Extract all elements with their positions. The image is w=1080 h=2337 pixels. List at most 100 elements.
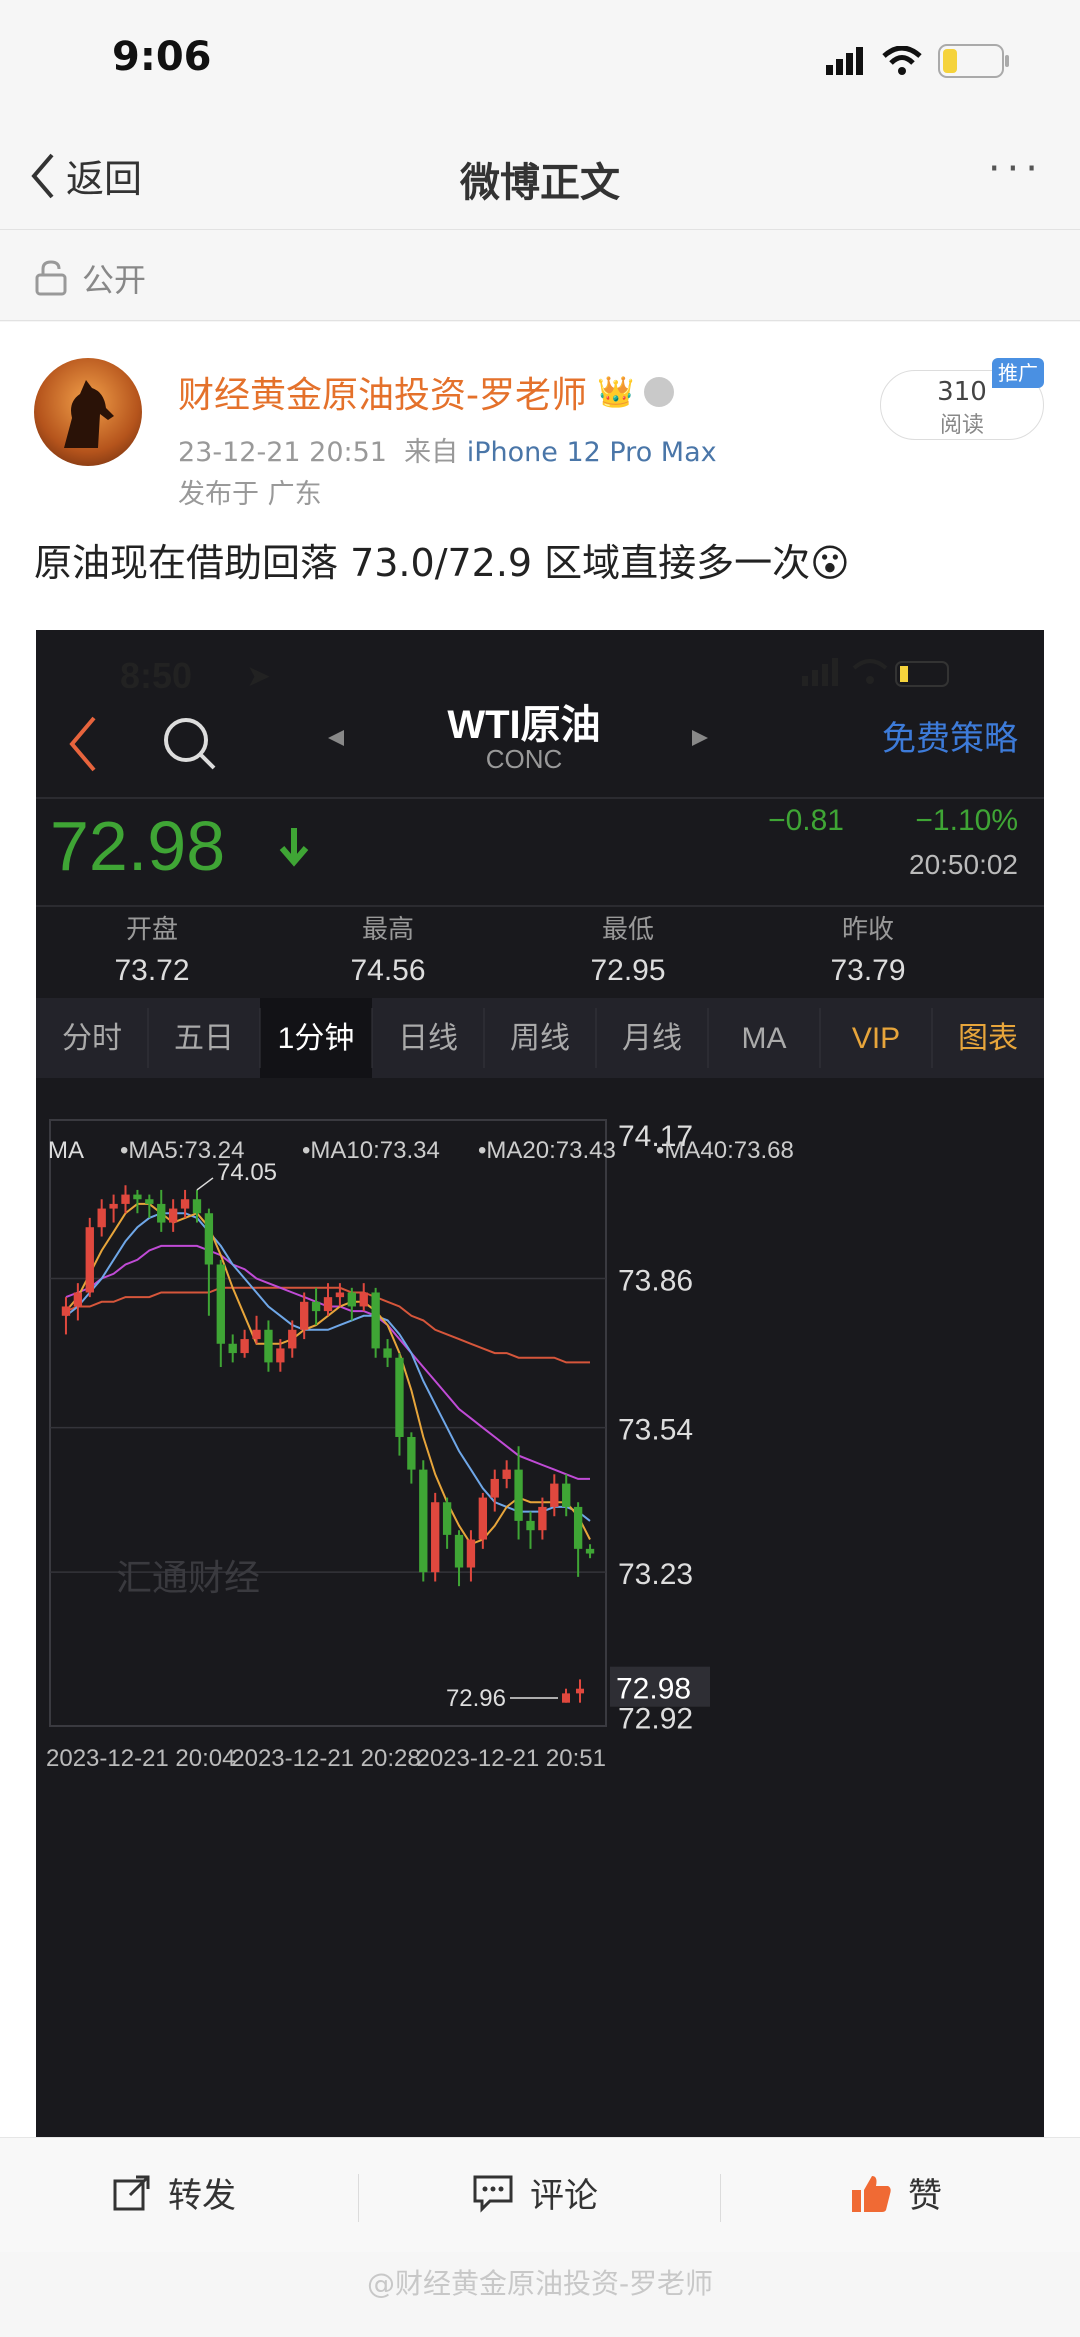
candle-body xyxy=(419,1469,428,1573)
stat-value: 73.79 xyxy=(830,954,905,987)
status-time: 9:06 xyxy=(112,34,212,80)
candle-body xyxy=(514,1469,523,1521)
candle-body xyxy=(478,1497,488,1540)
candle-body xyxy=(97,1208,106,1228)
embedded-app-svg: 8:50 ➤ WTI原油 CONC 免费策略 72.98 −0.81 −1.10… xyxy=(36,655,1044,1772)
embedded-tab[interactable]: MA xyxy=(742,1022,787,1055)
embedded-code: CONC xyxy=(486,744,563,774)
promo-badge[interactable]: 推广 xyxy=(992,358,1044,388)
location-arrow-icon: ➤ xyxy=(246,660,271,693)
status-bar: 9:06 xyxy=(0,0,1080,120)
status-icons xyxy=(826,44,1010,78)
candle-body xyxy=(192,1199,202,1214)
post-location: 发布于 广东 xyxy=(178,479,322,510)
level-badge-icon xyxy=(644,377,675,407)
candle-body xyxy=(442,1502,452,1535)
post-meta: 23-12-21 20:51 来自 iPhone 12 Pro Max xyxy=(178,430,717,469)
username-text: 财经黄金原油投资-罗老师 xyxy=(178,375,587,416)
candle-body xyxy=(264,1329,273,1363)
low-label: 72.96 xyxy=(446,1685,506,1712)
embedded-watermark: 汇通财经 xyxy=(116,1557,260,1598)
candle-body xyxy=(300,1301,309,1330)
ma20-line xyxy=(65,1244,590,1480)
like-button[interactable]: 赞 xyxy=(850,2168,942,2217)
username[interactable]: 财经黄金原油投资-罗老师 👑 xyxy=(178,366,675,418)
candle-body xyxy=(347,1292,356,1307)
y-tick-label: 73.86 xyxy=(618,1264,693,1297)
embedded-change-pct: −1.10% xyxy=(915,804,1018,837)
like-icon xyxy=(852,2175,891,2212)
like-label: 赞 xyxy=(908,2176,942,2216)
candle-body xyxy=(395,1357,404,1437)
embedded-quote-time: 20:50:02 xyxy=(909,849,1018,880)
embedded-price: 72.98 xyxy=(50,807,225,885)
embedded-screenshot[interactable]: 8:50 ➤ WTI原油 CONC 免费策略 72.98 −0.81 −1.10… xyxy=(36,630,1044,2140)
embedded-tab[interactable]: 周线 xyxy=(510,1022,570,1055)
prev-symbol-icon xyxy=(328,730,344,746)
embedded-tab[interactable]: 五日 xyxy=(174,1022,234,1055)
y-tick-label: 73.54 xyxy=(618,1414,693,1447)
candle-body xyxy=(109,1203,118,1209)
post-date: 23-12-21 20:51 xyxy=(178,437,387,468)
stat-label: 开盘 xyxy=(126,914,178,944)
embedded-tab[interactable]: 1分钟 xyxy=(278,1022,355,1055)
post-device[interactable]: iPhone 12 Pro Max xyxy=(467,437,717,468)
candle-body xyxy=(323,1297,333,1312)
candle-body xyxy=(359,1292,368,1307)
battery-icon xyxy=(938,44,1009,78)
candle-body xyxy=(145,1199,154,1204)
candle-body xyxy=(180,1199,190,1209)
visibility-label: 公开 xyxy=(82,261,147,299)
candle-body xyxy=(562,1693,570,1703)
x-tick-label: 2023-12-21 20:04 xyxy=(46,1745,236,1772)
embedded-tab[interactable]: 月线 xyxy=(622,1022,682,1055)
source-prefix: 来自 xyxy=(404,437,459,468)
stat-label: 最低 xyxy=(602,914,654,944)
candlestick-chart: 74.1773.8673.5473.2372.92MA •MA5:73.24 •MA… xyxy=(46,1119,794,1772)
x-tick-label: 2023-12-21 20:51 xyxy=(417,1745,607,1772)
nav-bar: 返回 微博正文 ··· xyxy=(0,120,1080,230)
embedded-search-icon xyxy=(164,718,216,770)
ma-legend-item: MA xyxy=(48,1137,84,1164)
embedded-symbol: WTI原油 xyxy=(447,703,600,747)
candle-body xyxy=(371,1292,380,1349)
candle-body xyxy=(240,1339,249,1354)
candle-body xyxy=(73,1292,83,1307)
candle-body xyxy=(526,1520,535,1531)
candle-body xyxy=(252,1329,261,1340)
candle-body xyxy=(61,1306,71,1316)
embedded-strategy: 免费策略 xyxy=(882,720,1018,758)
more-button[interactable]: ··· xyxy=(988,146,1044,192)
read-label: 阅读 xyxy=(939,413,984,438)
repost-icon xyxy=(113,2175,150,2210)
candle-body xyxy=(454,1534,464,1568)
last-price-tag: 72.98 xyxy=(616,1673,691,1706)
comment-button[interactable]: 评论 xyxy=(472,2168,598,2217)
unlock-icon xyxy=(35,260,67,296)
candle-body xyxy=(335,1292,345,1298)
candle-body xyxy=(157,1203,166,1223)
y-tick-label: 73.23 xyxy=(618,1558,693,1591)
repost-button[interactable]: 转发 xyxy=(112,2168,236,2217)
embedded-stats: 开盘 73.72 最高 74.56 最低 72.95 昨收 73.79 xyxy=(114,914,905,987)
candle-body xyxy=(585,1548,595,1554)
embedded-tab[interactable]: 图表 xyxy=(958,1022,1018,1055)
candle-body xyxy=(538,1506,547,1531)
next-symbol-icon xyxy=(692,730,708,746)
page-watermark: @财经黄金原油投资-罗老师 xyxy=(366,2267,714,2300)
embedded-tab[interactable]: 分时 xyxy=(62,1022,122,1055)
avatar[interactable] xyxy=(34,358,142,466)
embedded-back-icon xyxy=(69,716,96,772)
candle-body xyxy=(490,1478,499,1498)
wifi-icon xyxy=(882,46,922,75)
embedded-tab[interactable]: VIP xyxy=(852,1022,900,1055)
stat-value: 73.72 xyxy=(114,954,189,987)
post-card: 财经黄金原油投资-罗老师 👑 23-12-21 20:51 来自 iPhone … xyxy=(0,322,1080,2140)
candle-body xyxy=(502,1469,511,1479)
embedded-tab[interactable]: 日线 xyxy=(398,1022,458,1055)
candle-body xyxy=(228,1343,237,1354)
ma-legend-item: •MA10:73.34 xyxy=(302,1137,440,1164)
candle-body xyxy=(121,1194,130,1204)
signal-icon xyxy=(826,47,863,75)
stat-value: 74.56 xyxy=(350,954,425,987)
